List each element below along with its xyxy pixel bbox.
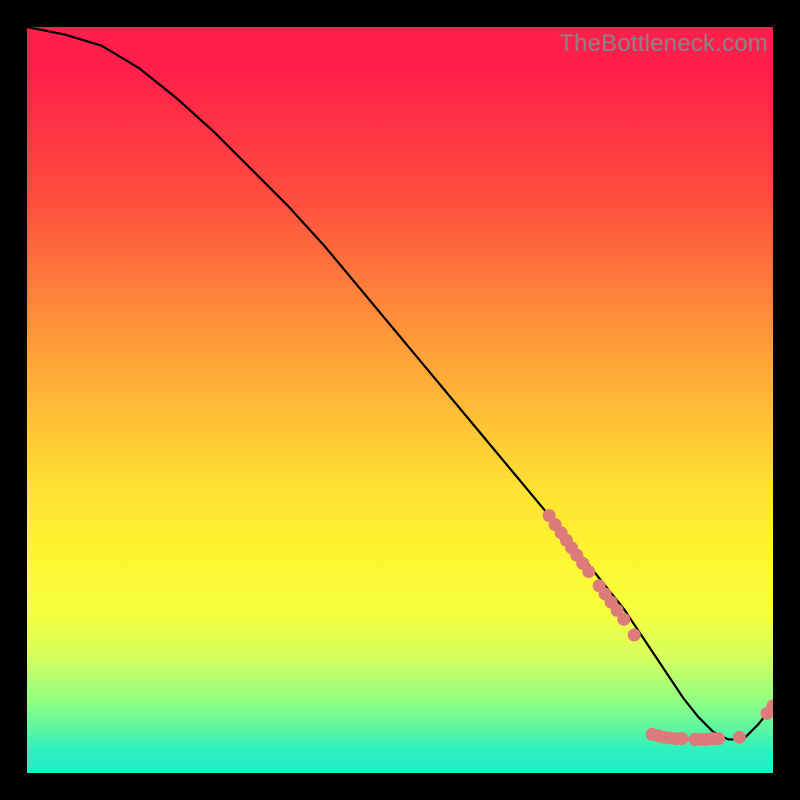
chart-container: TheBottleneck.com <box>0 0 800 800</box>
plot-area <box>27 27 773 773</box>
